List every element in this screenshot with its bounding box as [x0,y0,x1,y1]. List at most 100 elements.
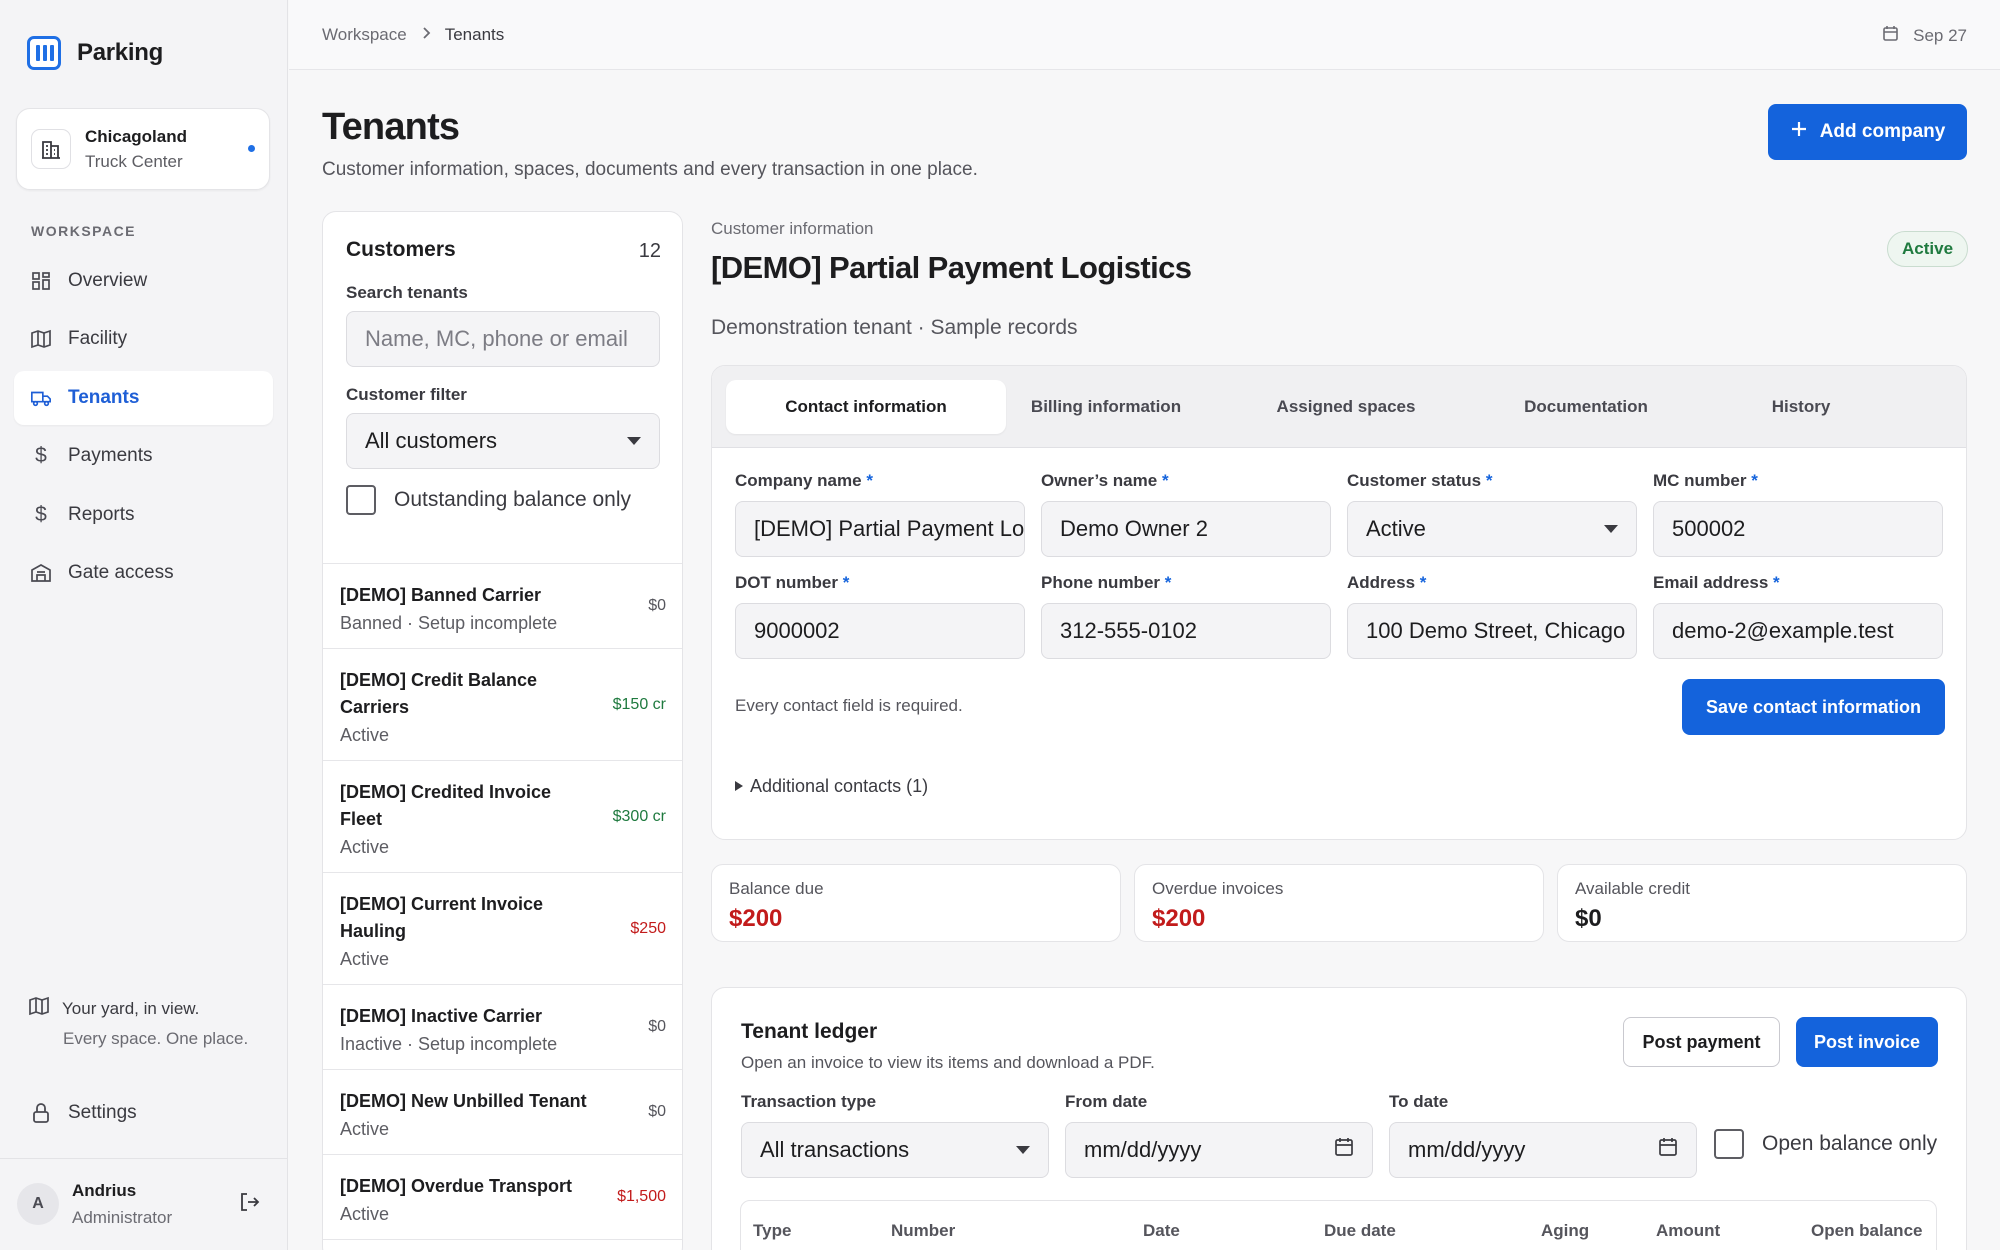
sidebar-item-overview[interactable]: Overview [14,254,273,308]
list-item[interactable]: [DEMO] Credit Balance Carriers Active $1… [323,649,682,761]
from-date-field: From date mm/dd/yyyy [1065,1092,1373,1178]
column-header[interactable]: Type [753,1221,791,1241]
customer-balance: $0 [648,597,666,614]
customer-status: Active [340,1204,390,1224]
field-label: Address [1347,573,1416,592]
email-input[interactable]: demo-2@example.test [1653,603,1943,659]
date-placeholder: mm/dd/yyyy [1084,1137,1202,1162]
sidebar-item-payments[interactable]: $ Payments [14,429,273,483]
mc-number-field: MC number * 500002 [1653,471,1943,557]
column-header[interactable]: Aging [1541,1221,1589,1241]
open-balance-toggle[interactable]: Open balance only [1714,1129,1937,1159]
customer-status: Active [340,1119,390,1139]
dollar-icon: $ [35,444,47,467]
add-company-button[interactable]: Add company [1768,104,1967,160]
column-header[interactable]: Due date [1324,1221,1396,1241]
list-item[interactable]: [DEMO] Current Invoice Hauling Active $2… [323,873,682,985]
tab-documentation[interactable]: Documentation [1486,380,1686,434]
field-label: Phone number [1041,573,1161,592]
list-item[interactable]: [DEMO] Inactive Carrier Inactive · Setup… [323,985,682,1070]
filter-value: All customers [365,428,498,453]
calendar-icon[interactable] [1334,1137,1354,1163]
facility-subtitle: Truck Center [85,152,183,171]
field-label: DOT number [735,573,838,592]
sidebar-item-label: Gate access [68,562,174,583]
current-date: Sep 27 [1882,25,1967,47]
sidebar-item-gate-access[interactable]: Gate access [14,546,273,600]
required-marker: * [1419,573,1427,592]
lock-icon [30,1102,52,1124]
avatar[interactable]: A [17,1183,59,1225]
status-badge: Active [1887,231,1969,267]
sidebar-item-tenants[interactable]: Tenants [14,371,273,425]
building-icon [30,562,52,584]
field-label: MC number [1653,471,1747,490]
customer-balance: $250 [630,919,666,937]
brand[interactable]: Parking [27,36,163,70]
address-input[interactable]: 100 Demo Street, Chicago [1347,603,1637,659]
required-note: Every contact field is required. [735,696,963,715]
owner-name-input[interactable]: Demo Owner 2 [1041,501,1331,557]
tab-history[interactable]: History [1726,380,1876,434]
outstanding-checkbox[interactable] [346,485,376,515]
customer-status: Active [340,837,390,857]
customer-balance: $1,500 [617,1188,666,1205]
customer-status-field: Customer status * Active [1347,471,1637,557]
post-invoice-button[interactable]: Post invoice [1796,1017,1938,1067]
sidebar-item-facility[interactable]: Facility [14,312,273,366]
list-item[interactable]: [DEMO] Credited Invoice Fleet Active $30… [323,761,682,873]
column-header[interactable]: Open balance [1811,1221,1922,1241]
column-header[interactable]: Number [891,1221,955,1241]
column-header[interactable]: Amount [1656,1221,1720,1241]
list-item[interactable]: [DEMO] Banned Carrier Banned · Setup inc… [323,564,682,649]
save-contact-button[interactable]: Save contact information [1682,679,1945,735]
available-credit-card: Available credit $0 [1557,864,1967,942]
logout-icon[interactable] [238,1191,262,1215]
customer-filter-select[interactable]: All customers [346,413,660,469]
customer-name: [DEMO] Credited Invoice Fleet [340,782,552,829]
dot-number-input[interactable]: 9000002 [735,603,1025,659]
sidebar-item-label: Facility [68,328,128,349]
open-balance-checkbox[interactable] [1714,1129,1744,1159]
facility-switcher[interactable]: Chicagoland Truck Center [16,108,270,190]
tab-billing-information[interactable]: Billing information [1006,380,1206,434]
promo-subtitle: Every space. One place. [63,1029,249,1048]
additional-contacts-toggle[interactable]: Additional contacts (1) [734,776,928,797]
sidebar-item-label: Tenants [68,387,140,408]
outstanding-toggle[interactable]: Outstanding balance only [346,485,631,515]
phone-number-input[interactable]: 312-555-0102 [1041,603,1331,659]
search-input[interactable] [346,311,660,367]
customer-name: [DEMO] Inactive Carrier [340,1006,543,1026]
sidebar-item-reports[interactable]: $ Reports [14,488,273,542]
post-payment-button[interactable]: Post payment [1623,1017,1780,1067]
transaction-type-select[interactable]: All transactions [741,1122,1049,1178]
mc-number-input[interactable]: 500002 [1653,501,1943,557]
sidebar-item-label: Reports [68,504,135,525]
customer-status: Banned · Setup incomplete [340,613,558,633]
chevron-down-icon [1604,525,1618,533]
calendar-icon[interactable] [1658,1137,1678,1163]
column-header[interactable]: Date [1143,1221,1180,1241]
from-date-input[interactable]: mm/dd/yyyy [1065,1122,1373,1178]
customer-status: Inactive · Setup incomplete [340,1034,558,1054]
app-name: Parking [77,39,163,66]
type-value: All transactions [760,1137,910,1162]
breadcrumb-workspace[interactable]: Workspace [322,25,407,45]
tab-bar: Contact information Billing information … [712,366,1966,448]
user-role: Administrator [72,1208,173,1227]
to-date-input[interactable]: mm/dd/yyyy [1389,1122,1697,1178]
company-name-input[interactable]: [DEMO] Partial Payment Logistics [735,501,1025,557]
list-item[interactable]: [DEMO] Overdue Transport Active $1,500 [323,1155,682,1240]
ledger-title: Tenant ledger [741,1020,878,1043]
dot-number-field: DOT number * 9000002 [735,573,1025,659]
required-marker: * [1751,471,1758,490]
calendar-icon [1882,25,1899,47]
list-item[interactable]: [DEMO] New Unbilled Tenant Active $0 [323,1070,682,1155]
chevron-right-icon [421,25,431,45]
customer-status-select[interactable]: Active [1347,501,1637,557]
sidebar-item-settings[interactable]: Settings [14,1086,273,1140]
tab-contact-information[interactable]: Contact information [726,380,1006,434]
outstanding-label: Outstanding balance only [394,488,631,511]
divider [0,1158,288,1159]
tab-assigned-spaces[interactable]: Assigned spaces [1246,380,1446,434]
